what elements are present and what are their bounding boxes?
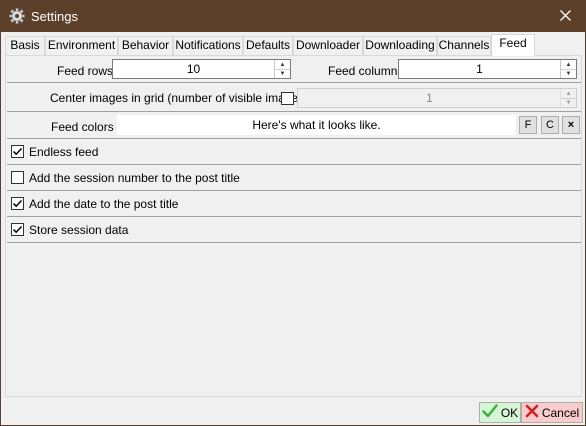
feed-rows-stepper[interactable]: 10 ▲ ▼ xyxy=(112,59,291,79)
tab-feed[interactable]: Feed xyxy=(491,34,535,56)
stepper-down-icon[interactable]: ▼ xyxy=(561,69,576,78)
session-number-checkbox[interactable] xyxy=(11,171,24,184)
feed-colors-preview: Here's what it looks like. xyxy=(117,115,516,135)
clear-colors-button[interactable]: × xyxy=(562,116,580,134)
gear-icon xyxy=(9,8,25,24)
window-title: Settings xyxy=(31,9,78,24)
option-store-session[interactable]: Store session data xyxy=(7,217,581,243)
stepper-buttons: ▲ ▼ xyxy=(274,60,290,78)
post-date-checkbox[interactable] xyxy=(11,197,24,210)
center-images-value: 1 xyxy=(426,91,433,105)
tab-downloader[interactable]: Downloader xyxy=(293,36,363,55)
center-images-label: Center images in grid (number of visible… xyxy=(50,91,309,105)
endless-feed-checkbox[interactable] xyxy=(11,145,24,158)
stepper-down-icon[interactable]: ▼ xyxy=(561,98,576,107)
option-endless-feed[interactable]: Endless feed xyxy=(7,139,581,165)
tab-channels[interactable]: Channels xyxy=(437,36,491,55)
cancel-label: Cancel xyxy=(541,405,580,420)
checkmark-icon xyxy=(12,225,23,234)
session-number-label: Add the session number to the post title xyxy=(29,171,240,185)
feed-rows-label: Feed rows xyxy=(57,64,114,78)
cross-icon xyxy=(525,404,539,421)
feed-columns-value: 1 xyxy=(476,62,483,76)
stepper-buttons: ▲ ▼ xyxy=(560,60,576,78)
cancel-button[interactable]: Cancel xyxy=(521,402,583,423)
post-date-label: Add the date to the post title xyxy=(29,197,179,211)
endless-feed-label: Endless feed xyxy=(29,145,99,159)
tab-environment[interactable]: Environment xyxy=(45,36,118,55)
checkmark-icon xyxy=(482,404,498,421)
ok-button[interactable]: OK xyxy=(479,402,521,423)
feed-size-row: Feed rows 10 ▲ ▼ Feed columns 1 ▲ ▼ xyxy=(7,56,581,83)
stepper-buttons: ▲ ▼ xyxy=(560,89,576,107)
option-session-number[interactable]: Add the session number to the post title xyxy=(7,165,581,191)
close-icon xyxy=(559,9,571,24)
store-session-checkbox[interactable] xyxy=(11,223,24,236)
tab-defaults[interactable]: Defaults xyxy=(243,36,293,55)
center-images-checkbox[interactable] xyxy=(281,92,294,105)
title-bar: Settings xyxy=(1,1,585,32)
checkmark-icon xyxy=(12,199,23,208)
feed-rows-value: 10 xyxy=(186,62,201,76)
tab-notifications[interactable]: Notifications xyxy=(173,36,243,55)
center-images-stepper[interactable]: 1 ▲ ▼ xyxy=(297,88,577,108)
checkmark-icon xyxy=(12,147,23,156)
color-button[interactable]: C xyxy=(541,116,559,134)
tab-behavior[interactable]: Behavior xyxy=(118,36,173,55)
tab-basis[interactable]: Basis xyxy=(5,36,45,55)
feed-colors-label: Feed colors xyxy=(51,120,114,134)
tab-strip: Basis Environment Behavior Notifications… xyxy=(5,34,581,56)
feed-colors-row: Feed colors Here's what it looks like. F… xyxy=(7,112,581,139)
option-post-date[interactable]: Add the date to the post title xyxy=(7,191,581,217)
center-images-row: Center images in grid (number of visible… xyxy=(7,83,581,112)
tab-downloading[interactable]: Downloading xyxy=(363,36,437,55)
font-button[interactable]: F xyxy=(519,116,537,134)
stepper-down-icon[interactable]: ▼ xyxy=(275,69,290,78)
feed-columns-stepper[interactable]: 1 ▲ ▼ xyxy=(398,59,577,79)
feed-panel: Feed rows 10 ▲ ▼ Feed columns 1 ▲ ▼ Cent… xyxy=(5,55,582,397)
ok-label: OK xyxy=(500,405,519,420)
settings-window: Settings Basis Environment Behavior Noti… xyxy=(0,0,586,426)
feed-columns-label: Feed columns xyxy=(328,64,404,78)
close-button[interactable] xyxy=(545,1,585,32)
store-session-label: Store session data xyxy=(29,223,129,237)
